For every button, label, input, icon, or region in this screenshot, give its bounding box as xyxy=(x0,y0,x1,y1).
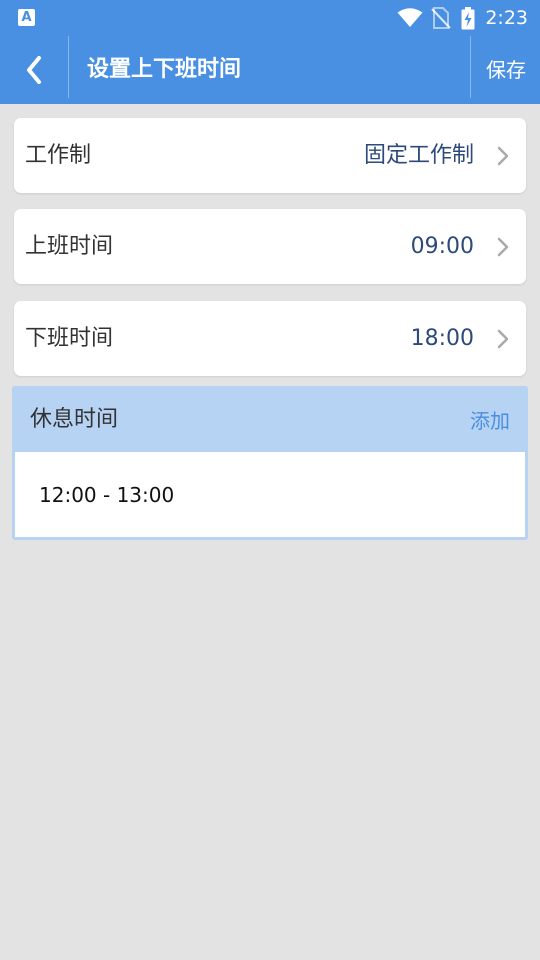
end-time-row[interactable]: 下班时间 18:00 xyxy=(14,301,526,376)
status-icons: 2:23 xyxy=(397,0,528,36)
chevron-right-icon xyxy=(497,237,509,257)
break-time-section: 休息时间 添加 12:00 - 13:00 xyxy=(12,386,528,540)
page-title: 设置上下班时间 xyxy=(87,57,242,82)
break-time-item[interactable]: 12:00 - 13:00 xyxy=(39,452,174,537)
no-sim-icon xyxy=(431,7,452,29)
add-break-button[interactable]: 添加 xyxy=(470,386,510,452)
status-bar: A 2:23 xyxy=(0,0,540,36)
break-time-label: 休息时间 xyxy=(30,407,119,432)
appbar-divider-left xyxy=(68,36,69,98)
break-time-list: 12:00 - 13:00 xyxy=(15,452,525,537)
chevron-right-icon xyxy=(497,146,509,166)
chevron-right-icon xyxy=(497,329,509,349)
work-schedule-value: 固定工作制 xyxy=(363,143,474,168)
app-bar: 设置上下班时间 保存 xyxy=(0,36,540,104)
back-button[interactable] xyxy=(0,36,68,104)
chevron-left-icon xyxy=(27,56,41,84)
wifi-icon xyxy=(397,8,423,27)
start-time-label: 上班时间 xyxy=(25,234,114,259)
work-schedule-row[interactable]: 工作制 固定工作制 xyxy=(14,118,526,193)
end-time-value: 18:00 xyxy=(410,326,474,351)
work-schedule-label: 工作制 xyxy=(25,143,92,168)
battery-charging-icon xyxy=(461,6,475,29)
app-notification-icon: A xyxy=(18,9,35,26)
end-time-label: 下班时间 xyxy=(25,326,114,351)
save-button[interactable]: 保存 xyxy=(486,36,526,104)
status-time: 2:23 xyxy=(485,7,528,29)
appbar-divider-right xyxy=(470,36,471,98)
start-time-value: 09:00 xyxy=(410,234,474,259)
start-time-row[interactable]: 上班时间 09:00 xyxy=(14,209,526,284)
